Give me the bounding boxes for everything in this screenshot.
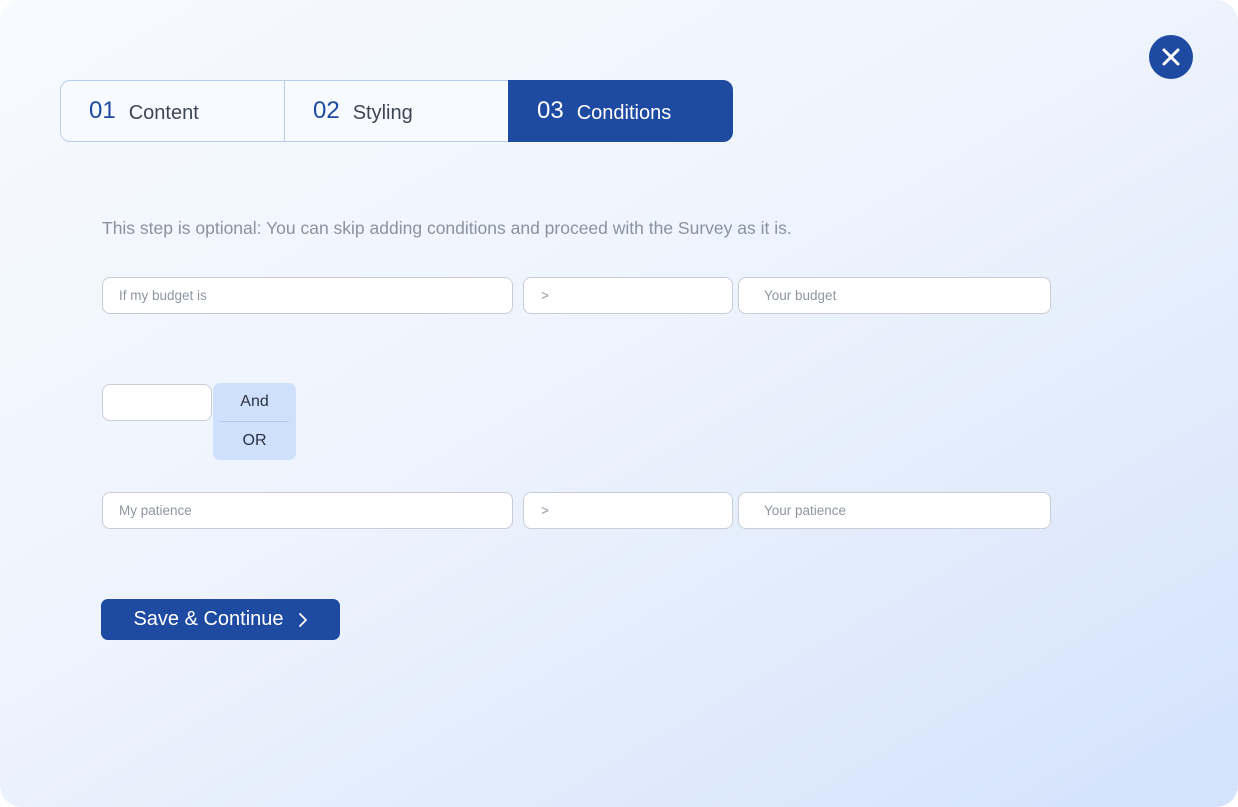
tab-label: Content [128, 101, 199, 124]
close-button[interactable] [1149, 35, 1193, 79]
condition-1-operator-select[interactable]: > [523, 277, 733, 314]
tab-number: 02 [313, 97, 340, 124]
step-tabs: 01 Content 02 Styling 03 Conditions [60, 80, 735, 142]
close-icon [1162, 48, 1180, 66]
logic-operator-dropdown: And OR [213, 383, 296, 460]
tab-styling[interactable]: 02 Styling [284, 80, 509, 142]
save-continue-label: Save & Continue [133, 608, 284, 630]
tab-content[interactable]: 01 Content [60, 80, 285, 142]
logic-option-and[interactable]: And [213, 383, 296, 421]
condition-2-field-input[interactable]: My patience [102, 492, 513, 529]
tab-number: 01 [89, 97, 116, 124]
save-continue-button[interactable]: Save & Continue [101, 599, 340, 640]
tab-number: 03 [537, 97, 564, 124]
condition-1-value-input[interactable]: Your budget [738, 277, 1051, 314]
tab-label: Conditions [576, 101, 672, 124]
logic-option-or[interactable]: OR [213, 422, 296, 460]
condition-1-field-input[interactable]: If my budget is [102, 277, 513, 314]
conditions-dialog: 01 Content 02 Styling 03 Conditions This… [0, 0, 1238, 807]
logic-operator-input[interactable] [102, 384, 212, 421]
tab-label: Styling [352, 101, 413, 124]
optional-step-hint: This step is optional: You can skip addi… [102, 218, 792, 238]
chevron-right-icon [298, 612, 307, 627]
condition-2-value-input[interactable]: Your patience [738, 492, 1051, 529]
condition-2-operator-select[interactable]: > [523, 492, 733, 529]
tab-conditions[interactable]: 03 Conditions [508, 80, 733, 142]
